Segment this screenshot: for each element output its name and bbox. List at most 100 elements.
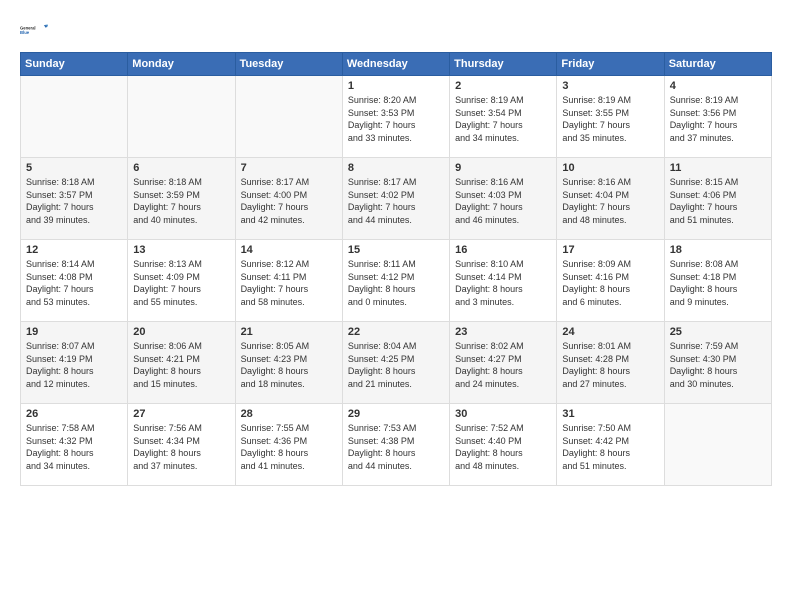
day-info: Sunrise: 8:07 AM Sunset: 4:19 PM Dayligh… <box>26 340 122 390</box>
day-info: Sunrise: 8:15 AM Sunset: 4:06 PM Dayligh… <box>670 176 766 226</box>
day-info: Sunrise: 8:19 AM Sunset: 3:54 PM Dayligh… <box>455 94 551 144</box>
day-info: Sunrise: 8:18 AM Sunset: 3:59 PM Dayligh… <box>133 176 229 226</box>
day-info: Sunrise: 8:17 AM Sunset: 4:00 PM Dayligh… <box>241 176 337 226</box>
day-number: 5 <box>26 162 122 174</box>
day-number: 18 <box>670 244 766 256</box>
week-row-0: 1Sunrise: 8:20 AM Sunset: 3:53 PM Daylig… <box>21 76 772 158</box>
day-cell-15: 15 Sunrise: 8:11 AM Sunset: 4:12 PM Dayli… <box>342 240 449 322</box>
day-cell-24: 24Sunrise: 8:01 AM Sunset: 4:28 PM Dayli… <box>557 322 664 404</box>
day-info: Sunrise: 8:10 AM Sunset: 4:14 PM Dayligh… <box>455 258 551 308</box>
day-number: 11 <box>670 162 766 174</box>
day-cell-13: 13Sunrise: 8:13 AM Sunset: 4:09 PM Dayli… <box>128 240 235 322</box>
day-info: Sunrise: 7:59 AM Sunset: 4:30 PM Dayligh… <box>670 340 766 390</box>
day-number: 6 <box>133 162 229 174</box>
day-number: 14 <box>241 244 337 256</box>
day-number: 21 <box>241 326 337 338</box>
empty-cell <box>664 404 771 486</box>
weekday-monday: Monday <box>128 53 235 76</box>
day-info: Sunrise: 8:12 AM Sunset: 4:11 PM Dayligh… <box>241 258 337 308</box>
day-cell-11: 11 Sunrise: 8:15 AM Sunset: 4:06 PM Dayli… <box>664 158 771 240</box>
day-cell-20: 20Sunrise: 8:06 AM Sunset: 4:21 PM Dayli… <box>128 322 235 404</box>
logo: General Blue <box>20 16 48 44</box>
day-cell-3: 3 Sunrise: 8:19 AM Sunset: 3:55 PM Daylig… <box>557 76 664 158</box>
day-info: Sunrise: 8:08 AM Sunset: 4:18 PM Dayligh… <box>670 258 766 308</box>
day-number: 13 <box>133 244 229 256</box>
day-number: 19 <box>26 326 122 338</box>
day-cell-26: 26 Sunrise: 7:58 AM Sunset: 4:32 PM Dayli… <box>21 404 128 486</box>
day-number: 31 <box>562 408 658 420</box>
logo-icon: General Blue <box>20 16 48 44</box>
day-cell-30: 30 Sunrise: 7:52 AM Sunset: 4:40 PM Dayli… <box>450 404 557 486</box>
day-cell-14: 14 Sunrise: 8:12 AM Sunset: 4:11 PM Dayli… <box>235 240 342 322</box>
day-cell-1: 1Sunrise: 8:20 AM Sunset: 3:53 PM Daylig… <box>342 76 449 158</box>
header: General Blue <box>20 16 772 44</box>
day-number: 4 <box>670 80 766 92</box>
day-info: Sunrise: 8:06 AM Sunset: 4:21 PM Dayligh… <box>133 340 229 390</box>
weekday-header-row: SundayMondayTuesdayWednesdayThursdayFrid… <box>21 53 772 76</box>
day-cell-23: 23 Sunrise: 8:02 AM Sunset: 4:27 PM Dayli… <box>450 322 557 404</box>
day-cell-18: 18 Sunrise: 8:08 AM Sunset: 4:18 PM Dayli… <box>664 240 771 322</box>
day-number: 26 <box>26 408 122 420</box>
day-info: Sunrise: 8:19 AM Sunset: 3:56 PM Dayligh… <box>670 94 766 144</box>
day-cell-21: 21 Sunrise: 8:05 AM Sunset: 4:23 PM Dayli… <box>235 322 342 404</box>
day-number: 30 <box>455 408 551 420</box>
day-cell-12: 12 Sunrise: 8:14 AM Sunset: 4:08 PM Dayli… <box>21 240 128 322</box>
weekday-saturday: Saturday <box>664 53 771 76</box>
day-info: Sunrise: 7:52 AM Sunset: 4:40 PM Dayligh… <box>455 422 551 472</box>
day-info: Sunrise: 8:01 AM Sunset: 4:28 PM Dayligh… <box>562 340 658 390</box>
day-number: 22 <box>348 326 444 338</box>
empty-cell <box>128 76 235 158</box>
day-number: 15 <box>348 244 444 256</box>
day-number: 7 <box>241 162 337 174</box>
day-number: 1 <box>348 80 444 92</box>
day-info: Sunrise: 8:09 AM Sunset: 4:16 PM Dayligh… <box>562 258 658 308</box>
day-number: 2 <box>455 80 551 92</box>
day-number: 23 <box>455 326 551 338</box>
week-row-2: 12 Sunrise: 8:14 AM Sunset: 4:08 PM Dayli… <box>21 240 772 322</box>
day-cell-19: 19 Sunrise: 8:07 AM Sunset: 4:19 PM Dayli… <box>21 322 128 404</box>
day-cell-10: 10 Sunrise: 8:16 AM Sunset: 4:04 PM Dayli… <box>557 158 664 240</box>
day-cell-25: 25 Sunrise: 7:59 AM Sunset: 4:30 PM Dayli… <box>664 322 771 404</box>
day-number: 3 <box>562 80 658 92</box>
day-cell-7: 7 Sunrise: 8:17 AM Sunset: 4:00 PM Daylig… <box>235 158 342 240</box>
day-info: Sunrise: 8:02 AM Sunset: 4:27 PM Dayligh… <box>455 340 551 390</box>
empty-cell <box>21 76 128 158</box>
week-row-4: 26 Sunrise: 7:58 AM Sunset: 4:32 PM Dayli… <box>21 404 772 486</box>
week-row-1: 5 Sunrise: 8:18 AM Sunset: 3:57 PM Daylig… <box>21 158 772 240</box>
svg-text:Blue: Blue <box>20 30 30 35</box>
day-number: 29 <box>348 408 444 420</box>
weekday-thursday: Thursday <box>450 53 557 76</box>
day-cell-5: 5 Sunrise: 8:18 AM Sunset: 3:57 PM Daylig… <box>21 158 128 240</box>
week-row-3: 19 Sunrise: 8:07 AM Sunset: 4:19 PM Dayli… <box>21 322 772 404</box>
day-cell-17: 17Sunrise: 8:09 AM Sunset: 4:16 PM Dayli… <box>557 240 664 322</box>
empty-cell <box>235 76 342 158</box>
day-number: 16 <box>455 244 551 256</box>
day-info: Sunrise: 8:04 AM Sunset: 4:25 PM Dayligh… <box>348 340 444 390</box>
day-info: Sunrise: 8:18 AM Sunset: 3:57 PM Dayligh… <box>26 176 122 226</box>
day-number: 9 <box>455 162 551 174</box>
day-info: Sunrise: 8:14 AM Sunset: 4:08 PM Dayligh… <box>26 258 122 308</box>
day-number: 12 <box>26 244 122 256</box>
day-info: Sunrise: 7:53 AM Sunset: 4:38 PM Dayligh… <box>348 422 444 472</box>
day-info: Sunrise: 8:05 AM Sunset: 4:23 PM Dayligh… <box>241 340 337 390</box>
day-cell-29: 29 Sunrise: 7:53 AM Sunset: 4:38 PM Dayli… <box>342 404 449 486</box>
day-info: Sunrise: 7:58 AM Sunset: 4:32 PM Dayligh… <box>26 422 122 472</box>
day-cell-8: 8 Sunrise: 8:17 AM Sunset: 4:02 PM Daylig… <box>342 158 449 240</box>
day-info: Sunrise: 8:11 AM Sunset: 4:12 PM Dayligh… <box>348 258 444 308</box>
weekday-sunday: Sunday <box>21 53 128 76</box>
day-number: 10 <box>562 162 658 174</box>
day-cell-22: 22 Sunrise: 8:04 AM Sunset: 4:25 PM Dayli… <box>342 322 449 404</box>
day-info: Sunrise: 7:50 AM Sunset: 4:42 PM Dayligh… <box>562 422 658 472</box>
day-info: Sunrise: 8:16 AM Sunset: 4:04 PM Dayligh… <box>562 176 658 226</box>
day-info: Sunrise: 8:17 AM Sunset: 4:02 PM Dayligh… <box>348 176 444 226</box>
day-number: 8 <box>348 162 444 174</box>
day-number: 25 <box>670 326 766 338</box>
day-info: Sunrise: 8:19 AM Sunset: 3:55 PM Dayligh… <box>562 94 658 144</box>
day-cell-4: 4 Sunrise: 8:19 AM Sunset: 3:56 PM Daylig… <box>664 76 771 158</box>
calendar-table: SundayMondayTuesdayWednesdayThursdayFrid… <box>20 52 772 486</box>
day-info: Sunrise: 8:16 AM Sunset: 4:03 PM Dayligh… <box>455 176 551 226</box>
page: General Blue SundayMondayTuesdayWednesda… <box>0 0 792 612</box>
day-info: Sunrise: 7:55 AM Sunset: 4:36 PM Dayligh… <box>241 422 337 472</box>
day-cell-6: 6 Sunrise: 8:18 AM Sunset: 3:59 PM Daylig… <box>128 158 235 240</box>
day-cell-28: 28Sunrise: 7:55 AM Sunset: 4:36 PM Dayli… <box>235 404 342 486</box>
